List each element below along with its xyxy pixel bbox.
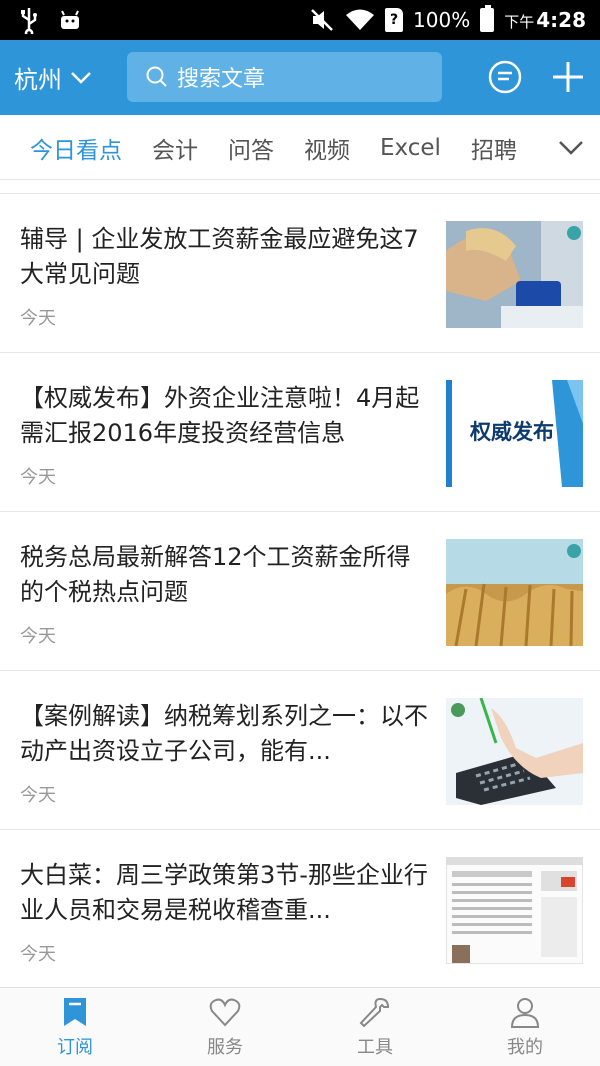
android-icon bbox=[61, 10, 79, 29]
tab-accounting[interactable]: 会计 bbox=[152, 131, 198, 165]
bookmark-icon bbox=[64, 998, 86, 1026]
bottom-nav: 订阅 服务 工具 我的 bbox=[0, 987, 600, 1066]
tab-qa[interactable]: 问答 bbox=[228, 131, 274, 165]
heart-icon bbox=[209, 998, 241, 1027]
person-icon bbox=[510, 998, 540, 1028]
clock-period: 下午 bbox=[504, 13, 535, 31]
nav-label: 服务 bbox=[207, 1037, 243, 1058]
article-title: 辅导 | 企业发放工资薪金最应避免这7大常见问题 bbox=[20, 225, 419, 288]
nav-profile[interactable]: 我的 bbox=[450, 988, 600, 1066]
wifi-icon bbox=[346, 9, 375, 30]
article-title: 税务总局最新解答12个工资薪金所得的个税热点问题 bbox=[20, 543, 411, 606]
usb-icon bbox=[21, 8, 37, 34]
article-title: 【权威发布】外资企业注意啦！4月起需汇报2016年度投资经营信息 bbox=[20, 384, 420, 447]
nav-label: 我的 bbox=[507, 1037, 543, 1058]
battery-percent: 100% bbox=[413, 8, 471, 32]
list-item[interactable]: 辅导 | 企业发放工资薪金最应避免这7大常见问题 今天 bbox=[0, 194, 600, 353]
list-item[interactable]: 【权威发布】外资企业注意啦！4月起需汇报2016年度投资经营信息 今天 权威发布 bbox=[0, 353, 600, 512]
wheat-field-photo bbox=[446, 539, 583, 646]
list-item[interactable]: 税务总局最新解答12个工资薪金所得的个税热点问题 今天 bbox=[0, 512, 600, 671]
city-selector[interactable]: 杭州 bbox=[14, 40, 92, 115]
office-worker-photo bbox=[446, 221, 583, 328]
add-icon[interactable] bbox=[548, 57, 588, 97]
banner-text: 权威发布 bbox=[470, 420, 554, 444]
article-date: 今天 bbox=[20, 944, 56, 965]
nav-label: 订阅 bbox=[57, 1037, 93, 1058]
article-date: 今天 bbox=[20, 308, 56, 329]
list-item[interactable]: 【案例解读】纳税筹划系列之一：以不动产出资设立子公司，能有... 今天 bbox=[0, 671, 600, 830]
nav-services[interactable]: 服务 bbox=[150, 988, 300, 1066]
search-input[interactable]: 搜索文章 bbox=[127, 52, 442, 102]
chevron-down-icon[interactable] bbox=[556, 133, 586, 163]
message-icon[interactable] bbox=[485, 57, 525, 97]
tab-jobs[interactable]: 招聘 bbox=[471, 131, 517, 165]
article-date: 今天 bbox=[20, 785, 56, 806]
tab-video[interactable]: 视频 bbox=[304, 131, 350, 165]
tab-today[interactable]: 今日看点 bbox=[30, 131, 122, 165]
search-icon bbox=[146, 66, 167, 87]
nav-subscribe[interactable]: 订阅 bbox=[0, 988, 150, 1066]
mute-icon bbox=[311, 9, 333, 31]
list-item[interactable]: 大白菜：周三学政策第3节-那些企业行业人员和交易是税收稽查重... 今天 bbox=[0, 830, 600, 989]
authority-release-banner: 权威发布 bbox=[446, 380, 583, 487]
app-header: 杭州 搜索文章 bbox=[0, 40, 600, 115]
sim-icon: ? bbox=[385, 8, 404, 32]
wrench-icon bbox=[359, 997, 390, 1028]
nav-label: 工具 bbox=[357, 1037, 393, 1058]
article-title: 大白菜：周三学政策第3节-那些企业行业人员和交易是税收稽查重... bbox=[20, 861, 428, 924]
nav-tools[interactable]: 工具 bbox=[300, 988, 450, 1066]
tab-excel[interactable]: Excel bbox=[380, 135, 441, 161]
clock-time: 4:28 bbox=[536, 8, 586, 32]
webpage-screenshot bbox=[446, 857, 583, 964]
article-date: 今天 bbox=[20, 626, 56, 647]
clock: 下午 4:28 bbox=[504, 8, 586, 32]
article-feed: 辅导 | 企业发放工资薪金最应避免这7大常见问题 今天 【权威发布】外资企业注意… bbox=[0, 180, 600, 989]
category-tabs: 今日看点 会计 问答 视频 Excel 招聘 bbox=[0, 115, 600, 180]
article-date: 今天 bbox=[20, 467, 56, 488]
search-placeholder: 搜索文章 bbox=[177, 67, 266, 92]
battery-icon bbox=[480, 5, 495, 32]
calculator-photo bbox=[446, 698, 583, 805]
chevron-down-icon bbox=[71, 71, 91, 84]
city-label: 杭州 bbox=[14, 66, 62, 94]
article-title: 【案例解读】纳税筹划系列之一：以不动产出资设立子公司，能有... bbox=[20, 702, 428, 765]
status-bar: ? 100% 下午 4:28 bbox=[0, 0, 600, 40]
